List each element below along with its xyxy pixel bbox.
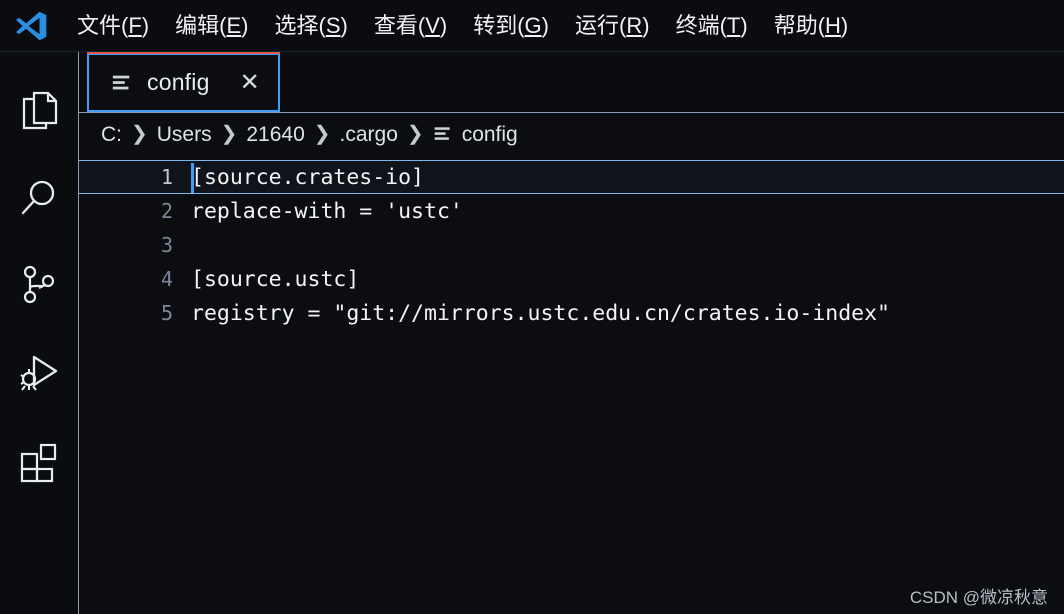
text-editor[interactable]: 1 [source.crates-io] 2 replace-with = 'u… [79,155,1064,614]
code-line[interactable]: 2 replace-with = 'ustc' [79,194,1064,228]
menu-item-view[interactable]: 查看(V) [361,11,460,41]
line-number: 5 [160,301,173,325]
menu-item-list: 文件(F) 编辑(E) 选择(S) 查看(V) 转到(G) 运行(R) 终端(T… [64,11,861,41]
menu-item-edit-mnemonic: E [226,12,242,38]
code-line-text: replace-with = 'ustc' [191,198,463,224]
code-line[interactable]: 1 [source.crates-io] [79,160,1064,194]
text-cursor [191,163,194,193]
files-explorer-icon [22,91,58,130]
breadcrumb-item-users[interactable]: Users [157,124,212,145]
menu-item-file-mnemonic: F [128,12,142,38]
menu-item-terminal-label: 终端 [675,12,720,38]
breadcrumb: C: ❯ Users ❯ 21640 ❯ .cargo ❯ config [79,113,1064,155]
vscode-logo [16,11,47,40]
menu-item-terminal[interactable]: 终端(T) [663,11,761,41]
breadcrumb-item-config-label: config [461,122,518,146]
line-number: 4 [160,267,173,291]
editor-tab-label: config [147,69,210,95]
menu-item-help-label: 帮助 [773,12,818,38]
vscode-window: 文件(F) 编辑(E) 选择(S) 查看(V) 转到(G) 运行(R) 终端(T… [0,0,1064,614]
menu-item-file[interactable]: 文件(F) [64,11,162,41]
config-file-icon [434,127,450,140]
menu-item-edit[interactable]: 编辑(E) [162,11,261,41]
menu-item-go[interactable]: 转到(G) [460,11,562,41]
activity-bar-item-source-control[interactable] [0,242,79,330]
source-control-branch-icon [23,265,55,304]
chevron-right-icon: ❯ [313,123,331,145]
menu-item-terminal-mnemonic: T [726,12,741,38]
menu-item-go-mnemonic: G [524,12,542,38]
workbench-body: config ✕ C: ❯ Users ❯ 21640 ❯ .cargo ❯ c… [0,52,1064,614]
menu-item-file-label: 文件 [77,12,122,38]
extensions-icon [20,443,57,483]
code-line[interactable]: 3 [79,228,1064,262]
code-line[interactable]: 5 registry = "git://mirrors.ustc.edu.cn/… [79,296,1064,330]
menu-item-selection[interactable]: 选择(S) [261,11,360,41]
editor-tab-config[interactable]: config ✕ [87,52,280,112]
line-number: 3 [160,233,173,257]
config-file-icon [112,75,130,89]
menu-item-go-label: 转到 [473,12,518,38]
activity-bar [0,52,79,614]
menu-bar: 文件(F) 编辑(E) 选择(S) 查看(V) 转到(G) 运行(R) 终端(T… [0,0,1064,52]
chevron-right-icon: ❯ [131,123,148,145]
menu-item-view-mnemonic: V [425,12,440,38]
csdn-watermark: CSDN @微凉秋意 [909,588,1048,607]
chevron-right-icon: ❯ [406,123,424,145]
chevron-right-icon: ❯ [220,123,238,145]
activity-bar-item-explorer[interactable] [0,66,79,154]
breadcrumb-item-cargo[interactable]: .cargo [340,124,398,145]
editor-tab-bar: config ✕ [79,52,1064,113]
activity-bar-item-run-debug[interactable] [0,330,79,418]
code-line-text: [source.crates-io] [191,164,424,190]
menu-item-help[interactable]: 帮助(H) [761,11,862,41]
breadcrumb-item-config[interactable]: config [433,124,518,145]
close-icon[interactable]: ✕ [240,70,260,95]
line-number: 1 [160,165,173,189]
search-icon [21,180,55,215]
menu-item-selection-mnemonic: S [325,12,341,38]
breadcrumb-item-drive[interactable]: C: [101,124,122,145]
breadcrumb-item-21640[interactable]: 21640 [246,124,304,145]
code-line-list: 1 [source.crates-io] 2 replace-with = 'u… [79,155,1064,330]
menu-item-run[interactable]: 运行(R) [562,11,663,41]
code-line-text: registry = "git://mirrors.ustc.edu.cn/cr… [191,300,890,326]
code-line[interactable]: 4 [source.ustc] [79,262,1064,296]
activity-bar-item-extensions[interactable] [0,418,79,506]
menu-item-run-mnemonic: R [626,12,643,38]
menu-item-view-label: 查看 [373,12,418,38]
menu-item-help-mnemonic: H [825,12,841,38]
menu-item-edit-label: 编辑 [175,12,220,38]
activity-bar-item-search[interactable] [0,154,79,242]
code-line-text: [source.ustc] [191,266,360,292]
menu-item-run-label: 运行 [575,12,620,38]
run-and-debug-icon [20,355,58,391]
editor-group: config ✕ C: ❯ Users ❯ 21640 ❯ .cargo ❯ c… [79,52,1064,614]
line-number: 2 [160,199,173,223]
menu-item-selection-label: 选择 [274,12,319,38]
